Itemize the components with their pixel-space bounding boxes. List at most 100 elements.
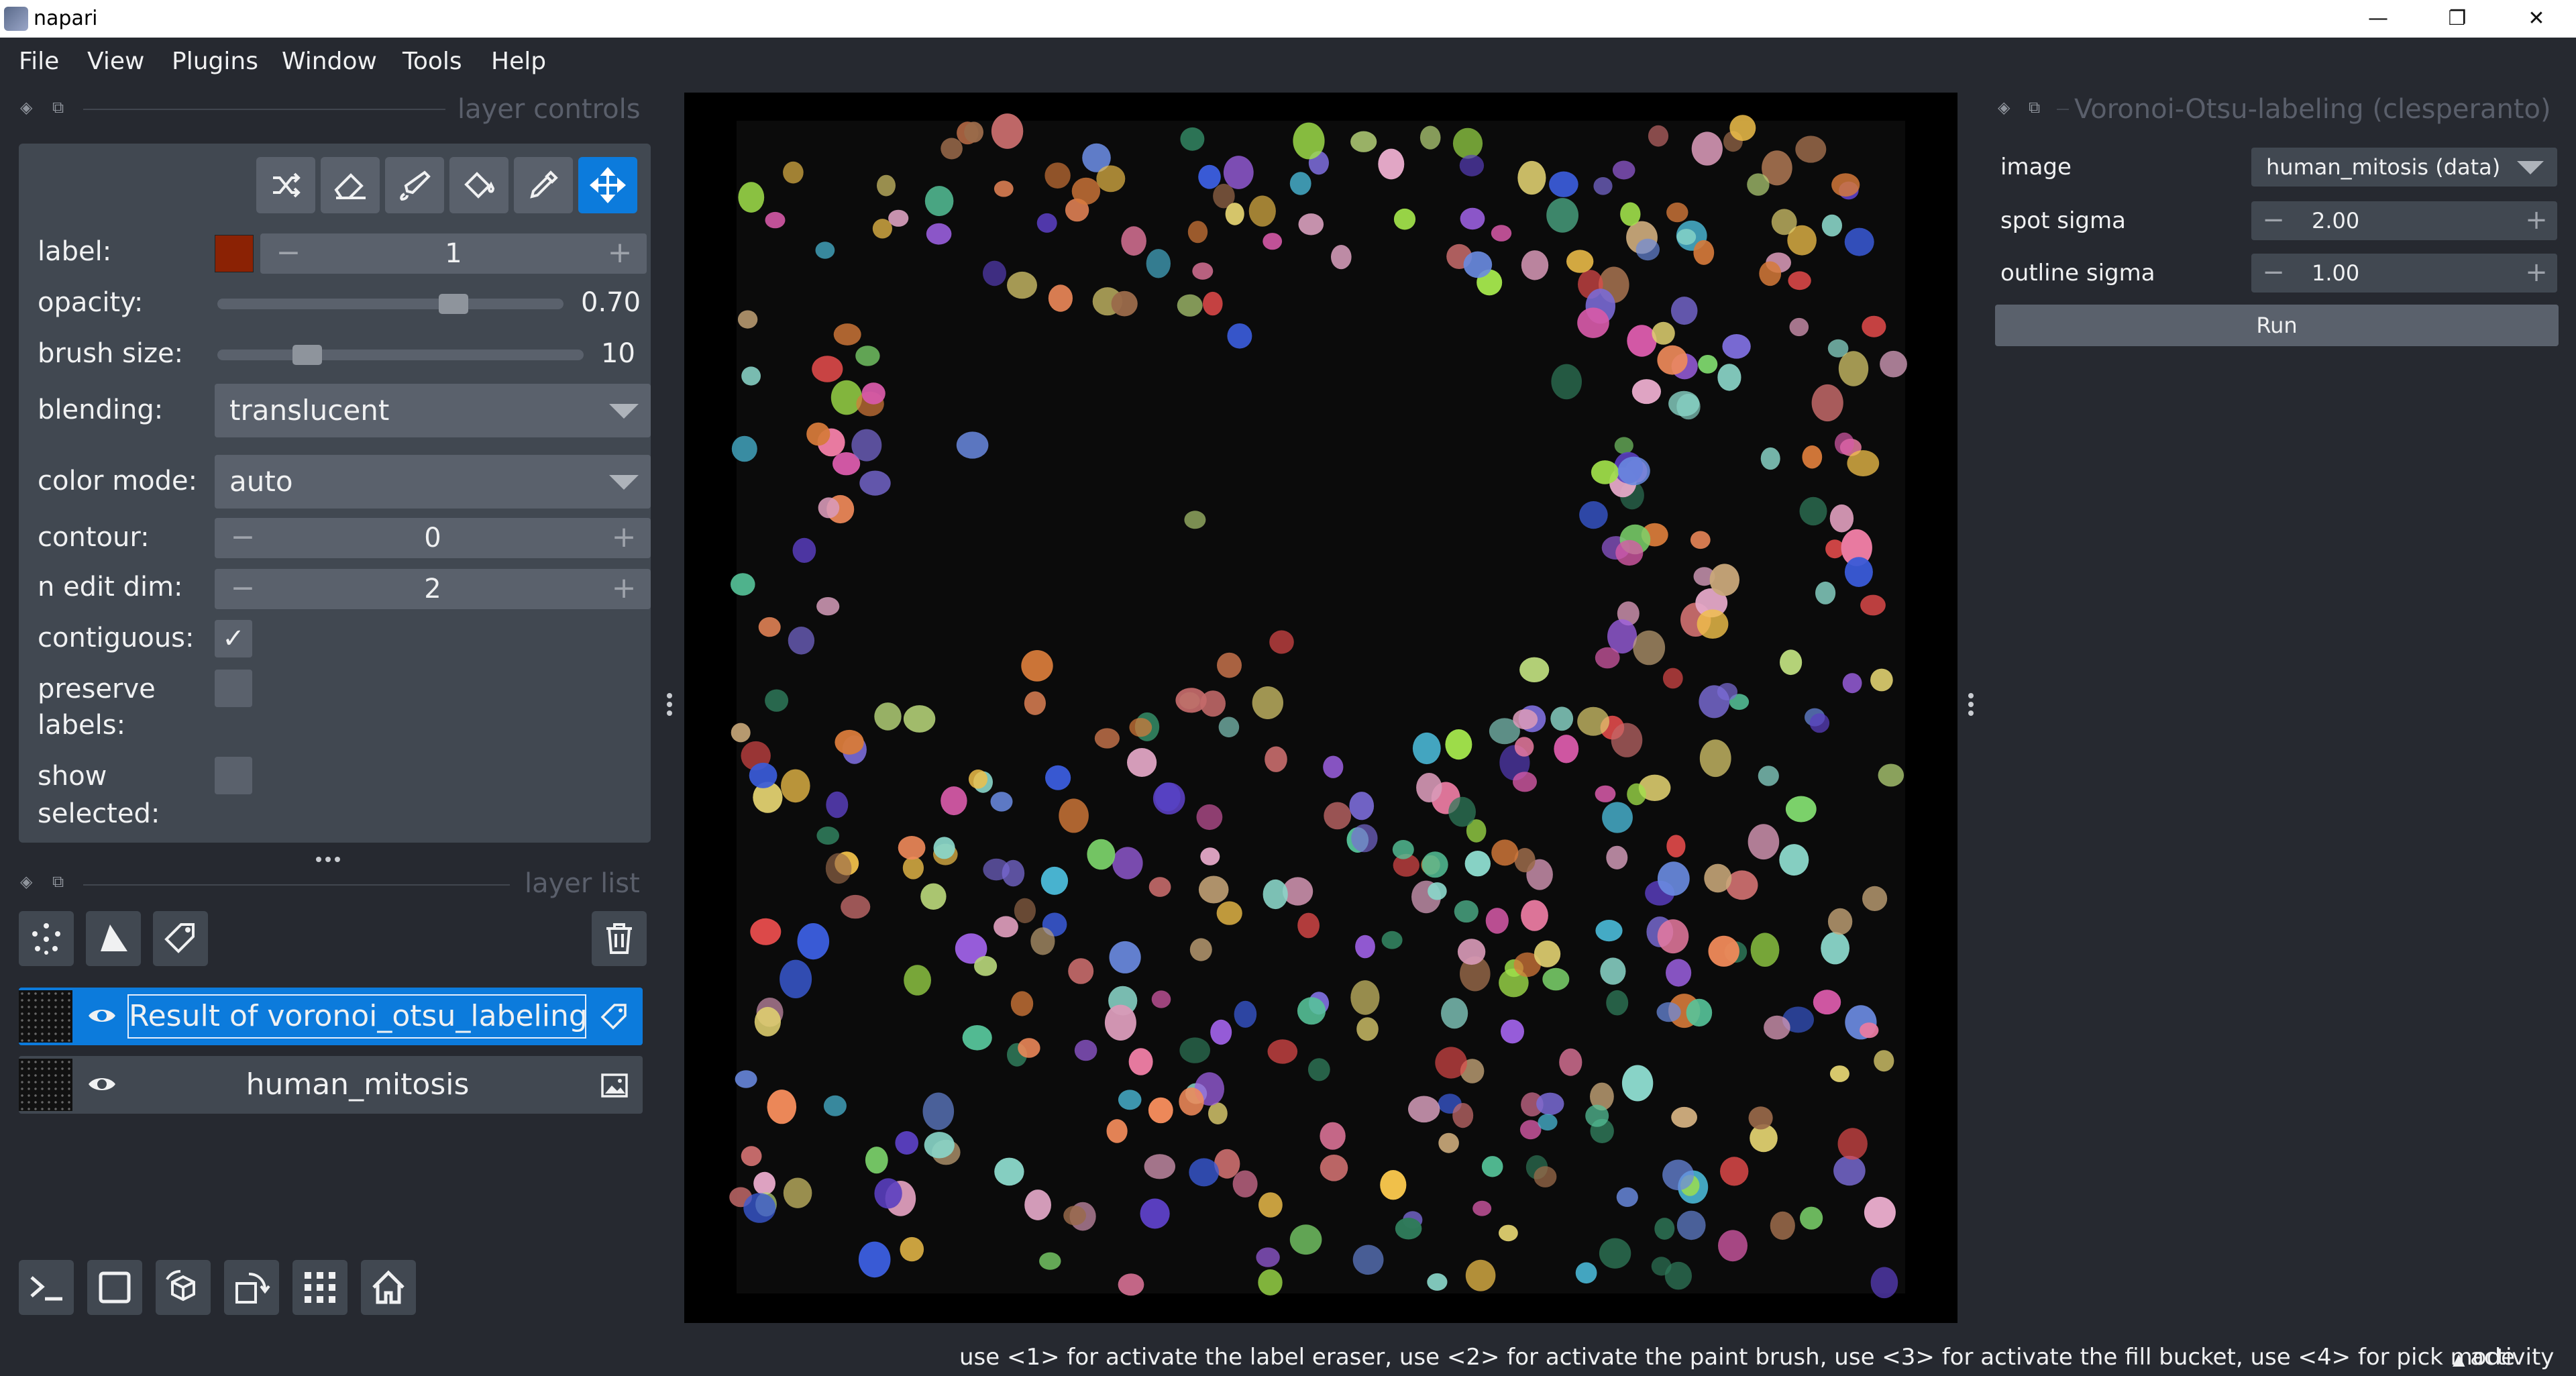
new-shapes-layer-button[interactable] [86,911,141,966]
n-edit-dim-value: 2 [424,574,441,604]
new-points-layer-button[interactable] [19,911,74,966]
labeled-nucleus [1198,876,1229,904]
labeled-nucleus [1074,1039,1097,1061]
console-button[interactable] [19,1260,74,1315]
shuffle-colors-button[interactable] [256,157,315,213]
labeled-nucleus [1831,173,1860,197]
left-dock-splitter-handle[interactable] [665,690,674,719]
menu-window[interactable]: Window [282,38,377,86]
n-edit-dim-spinbox[interactable]: − 2 + [215,569,651,609]
labeled-nucleus [1297,912,1320,939]
increment-icon[interactable]: + [604,569,644,609]
blending-dropdown[interactable]: translucent [215,384,651,437]
menu-tools[interactable]: Tools [402,38,462,86]
labeled-nucleus [1521,250,1549,280]
labeled-nucleus [1717,364,1741,391]
labeled-nucleus [1599,1238,1631,1269]
labeled-nucleus [1585,1104,1609,1127]
float-panel-icon[interactable]: ◈ [20,98,32,117]
labeled-nucleus [1627,325,1657,357]
color-mode-dropdown[interactable]: auto [215,455,651,509]
menu-plugins[interactable]: Plugins [172,38,258,86]
labeled-nucleus [826,791,849,818]
transpose-button[interactable] [224,1260,279,1315]
labeled-nucleus [1759,261,1782,286]
layer-row-image[interactable]: human_mitosis [19,1056,643,1114]
label-color-swatch[interactable] [215,235,254,272]
labeled-nucleus [888,209,909,227]
restore-button[interactable]: ❐ [2420,0,2494,38]
decrement-icon[interactable]: − [223,518,263,558]
increment-icon[interactable]: + [2520,254,2553,293]
image-canvas[interactable] [684,93,1957,1323]
spot-sigma-spinbox[interactable]: − 2.00 + [2251,201,2557,240]
labeled-nucleus [1408,1096,1440,1123]
labeled-nucleus [1454,900,1479,923]
color-picker-button[interactable] [514,157,573,213]
home-reset-view-button[interactable] [361,1260,416,1315]
brush-size-slider-handle[interactable] [292,345,322,365]
visibility-eye-icon[interactable] [86,1000,118,1035]
undock-panel-icon[interactable]: ⧉ [2029,98,2040,117]
undock-panel-icon[interactable]: ⧉ [52,872,64,891]
new-labels-layer-button[interactable] [153,911,208,966]
toggle-2d-3d-button[interactable] [87,1260,142,1315]
close-button[interactable]: ✕ [2500,0,2573,38]
increment-icon[interactable]: + [600,233,640,274]
decrement-icon[interactable]: − [2257,254,2290,293]
menu-view[interactable]: View [87,38,144,86]
image-dropdown[interactable]: human_mitosis (data) [2251,148,2557,187]
run-button[interactable]: Run [1995,305,2559,346]
visibility-eye-icon[interactable] [86,1068,118,1103]
labeled-nucleus [1708,935,1739,967]
menu-file[interactable]: File [19,38,59,86]
paint-brush-button[interactable] [385,157,444,213]
minimize-button[interactable]: — [2341,0,2415,38]
right-dock-splitter-handle[interactable] [1967,690,1975,719]
pan-zoom-button[interactable] [578,157,637,213]
show-selected-checkbox[interactable] [215,757,252,794]
labeled-nucleus [1111,290,1138,317]
opacity-slider[interactable] [217,299,564,309]
delete-layer-button[interactable] [592,911,647,966]
activity-button[interactable]: ▲ activity [2453,1340,2554,1376]
decrement-icon[interactable]: − [268,233,309,274]
grid-view-button[interactable] [292,1260,347,1315]
layer-row-labels[interactable]: Result of voronoi_otsu_labeling [19,988,643,1045]
label-spinbox[interactable]: − 1 + [260,233,647,274]
contiguous-checkbox[interactable]: ✓ [215,620,252,657]
labeled-nucleus [1014,898,1036,924]
shapes-icon [101,924,127,951]
labeled-nucleus [753,1171,775,1195]
float-panel-icon[interactable]: ◈ [1998,98,2010,117]
undock-panel-icon[interactable]: ⧉ [52,98,64,117]
eraser-button[interactable] [321,157,380,213]
panel-splitter-handle[interactable] [314,852,342,865]
brush-size-slider[interactable] [217,350,584,360]
increment-icon[interactable]: + [2520,201,2553,240]
labeled-nucleus [1593,177,1613,195]
preserve-labels-checkbox[interactable] [215,670,252,707]
outline-sigma-spinbox[interactable]: − 1.00 + [2251,254,2557,293]
roll-dims-button[interactable] [156,1260,211,1315]
labeled-nucleus [1758,765,1779,786]
float-panel-icon[interactable]: ◈ [20,872,32,891]
labeled-nucleus [1217,652,1242,678]
labeled-nucleus [1722,334,1751,359]
fill-bucket-button[interactable] [449,157,508,213]
labeled-nucleus [750,918,782,945]
menu-help[interactable]: Help [491,38,546,86]
increment-icon[interactable]: + [604,518,644,558]
labeled-nucleus [1189,1158,1220,1187]
labeled-nucleus [855,346,880,366]
opacity-slider-handle[interactable] [439,294,469,314]
contour-spinbox[interactable]: − 0 + [215,518,651,558]
layer-name[interactable]: Result of voronoi_otsu_labeling [127,994,588,1039]
labeled-nucleus [1833,1155,1866,1186]
labeled-nucleus [1265,746,1287,772]
layer-name[interactable]: human_mitosis [126,1056,589,1114]
n-edit-dim-label: n edit dim: [38,572,183,602]
decrement-icon[interactable]: − [223,569,263,609]
labeled-nucleus [1127,748,1157,777]
decrement-icon[interactable]: − [2257,201,2290,240]
